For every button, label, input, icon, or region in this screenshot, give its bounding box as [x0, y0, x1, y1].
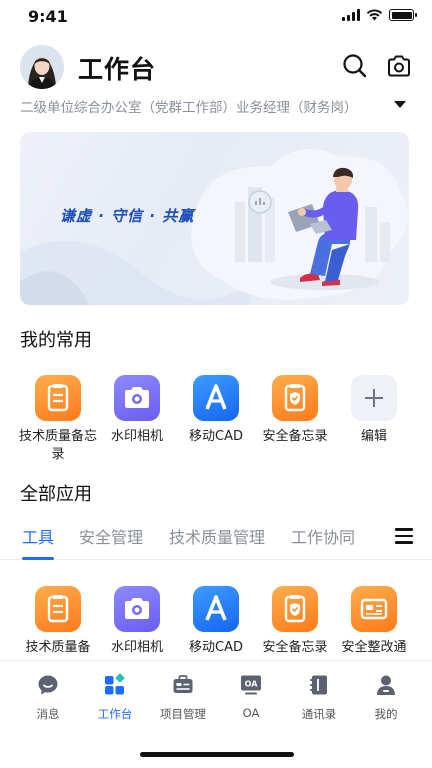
- camera-icon: [114, 375, 160, 421]
- profile-icon: [377, 675, 395, 695]
- oa-icon: OA: [241, 675, 261, 695]
- nav-oa[interactable]: OA OA: [216, 673, 286, 720]
- app-safety-memo[interactable]: 安全备忘录: [256, 586, 334, 657]
- all-apps-title: 全部应用: [20, 484, 92, 505]
- cellular-signal-icon: [342, 9, 360, 21]
- app-label: 编辑: [360, 429, 387, 444]
- nav-project-management[interactable]: 项目管理: [148, 673, 218, 722]
- promo-banner[interactable]: 谦虚 · 守信 · 共赢: [20, 132, 409, 305]
- shield-memo-icon: [272, 375, 318, 421]
- page-title: 工作台: [78, 55, 157, 84]
- scan-camera-button[interactable]: [385, 52, 413, 80]
- app-watermark-camera[interactable]: 水印相机: [98, 586, 176, 657]
- org-position-text: 二级单位综合办公室（党群工作部）业务经理（财务岗）: [20, 100, 358, 116]
- app-label: 水印相机: [110, 429, 163, 444]
- battery-icon: [389, 9, 417, 21]
- app-mobile-cad[interactable]: 移动CAD: [177, 586, 255, 657]
- app-mobile-cad[interactable]: 移动CAD: [177, 375, 255, 446]
- nav-contacts[interactable]: 通讯录: [284, 673, 354, 722]
- tab-tech-quality-management[interactable]: 技术质量管理: [169, 524, 265, 548]
- workbench-icon: [105, 673, 125, 695]
- app-tech-quality-memo[interactable]: 技术质量备: [19, 586, 97, 657]
- app-label: 安全整改通: [341, 640, 407, 655]
- nav-label: 我的: [374, 707, 398, 721]
- category-tabs: 工具 安全管理 技术质量管理 工作协同: [0, 520, 432, 560]
- banner-slogan: 谦虚 · 守信 · 共赢: [60, 207, 195, 225]
- camera-icon: [388, 55, 410, 77]
- app-label: 安全备忘录: [262, 429, 328, 444]
- cad-a-icon: [193, 375, 239, 421]
- tab-tools[interactable]: 工具: [22, 524, 54, 548]
- app-label: 水印相机: [110, 640, 163, 655]
- menu-icon: [395, 528, 413, 531]
- app-label: 技术质量备忘录: [19, 429, 98, 462]
- app-watermark-camera[interactable]: 水印相机: [98, 375, 176, 446]
- tab-safety-management[interactable]: 安全管理: [79, 524, 143, 548]
- status-icons: [342, 9, 417, 21]
- search-button[interactable]: [341, 52, 369, 80]
- app-safety-memo[interactable]: 安全备忘录: [256, 375, 334, 446]
- nav-label: 项目管理: [160, 707, 206, 721]
- shield-memo-icon: [272, 586, 318, 632]
- wifi-icon: [366, 9, 383, 21]
- app-label: 技术质量备: [25, 640, 91, 655]
- status-time: 9:41: [28, 7, 68, 26]
- nav-messages[interactable]: 消息: [13, 673, 83, 722]
- favorites-title: 我的常用: [20, 330, 92, 351]
- caret-down-icon: [394, 101, 406, 108]
- memo-icon: [35, 375, 81, 421]
- tab-work-collaboration[interactable]: 工作协同: [291, 524, 355, 548]
- tab-indicator: [22, 557, 54, 560]
- project-icon: [173, 675, 193, 693]
- nav-label: OA: [242, 706, 260, 720]
- tabs-menu-button[interactable]: [395, 528, 413, 544]
- memo-icon: [35, 586, 81, 632]
- app-label: 安全备忘录: [262, 640, 328, 655]
- avatar[interactable]: [20, 45, 64, 89]
- app-label: 移动CAD: [189, 640, 243, 655]
- nav-label: 通讯录: [301, 707, 337, 721]
- search-icon: [343, 54, 367, 78]
- edit-favorites-button[interactable]: 编辑: [335, 375, 413, 446]
- org-selector[interactable]: 二级单位综合办公室（党群工作部）业务经理（财务岗）: [20, 96, 412, 116]
- rectification-icon: [351, 586, 397, 632]
- status-bar: 9:41: [0, 0, 432, 34]
- nav-profile[interactable]: 我的: [351, 673, 421, 722]
- home-indicator: [140, 752, 294, 757]
- contacts-icon: [310, 675, 327, 695]
- nav-label: 消息: [36, 707, 60, 721]
- camera-icon: [114, 586, 160, 632]
- app-label: 移动CAD: [189, 429, 243, 444]
- message-icon: [38, 675, 58, 695]
- app-safety-rectification[interactable]: 安全整改通: [335, 586, 413, 657]
- svg-text:OA: OA: [245, 680, 259, 689]
- nav-workbench[interactable]: 工作台: [80, 673, 150, 722]
- app-tech-quality-memo[interactable]: 技术质量备忘录: [19, 375, 97, 464]
- nav-label: 工作台: [97, 707, 133, 721]
- plus-icon: [351, 375, 397, 421]
- cad-a-icon: [193, 586, 239, 632]
